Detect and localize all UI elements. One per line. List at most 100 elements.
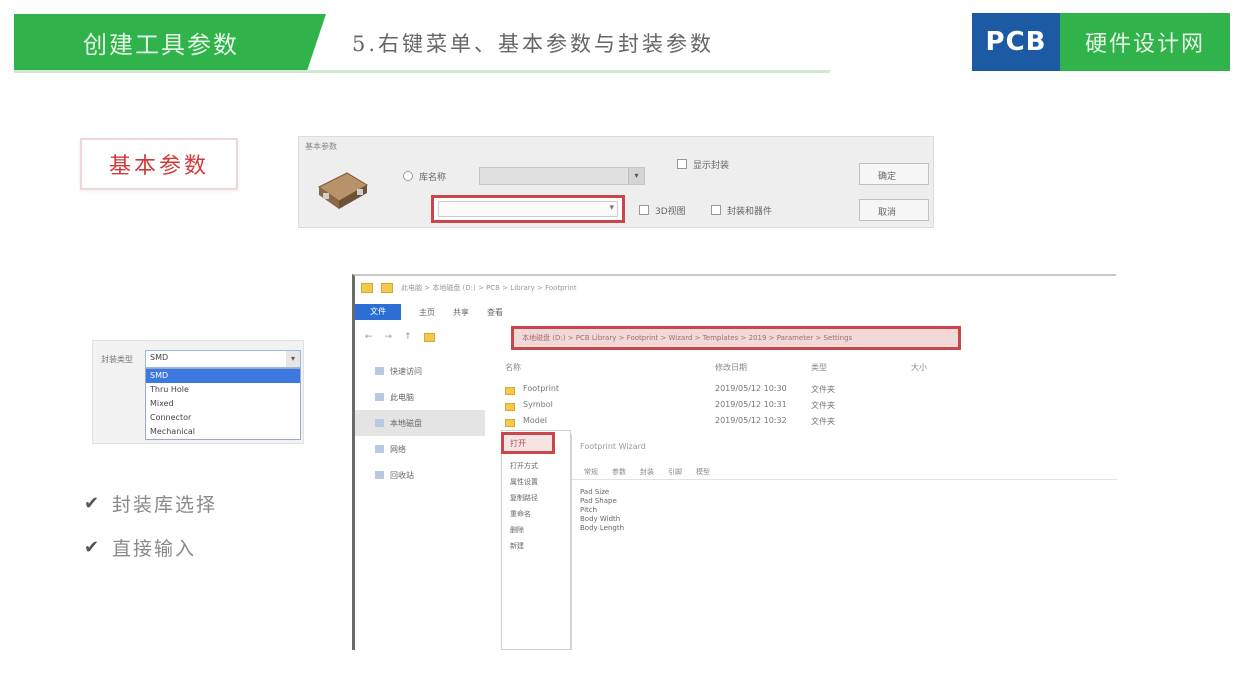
- library-radio-label: 库名称: [419, 173, 447, 183]
- show-footprint-checkbox[interactable]: [677, 159, 687, 169]
- column-header[interactable]: 修改日期: [715, 362, 747, 373]
- column-header[interactable]: 大小: [911, 362, 927, 373]
- cancel-button-label: 取消: [878, 208, 897, 218]
- dropdown-option[interactable]: Mixed: [146, 397, 300, 411]
- page-title: 5.右键菜单、基本参数与封装参数: [352, 32, 715, 56]
- file-row[interactable]: Model 2019/05/12 10:32 文件夹: [505, 416, 976, 430]
- up-icon[interactable]: ↑: [404, 332, 412, 342]
- 3d-view-label: 3D视图: [655, 207, 686, 217]
- context-menu-item[interactable]: 打开方式: [510, 461, 538, 471]
- parameter-item[interactable]: Pitch: [580, 506, 624, 515]
- sidebar-item[interactable]: 网络: [355, 436, 485, 462]
- folder-icon: [361, 283, 373, 293]
- context-highlight-label: 打开: [510, 439, 526, 448]
- sidebar-item[interactable]: 快速访问: [355, 358, 485, 384]
- dropdown-option[interactable]: Connector: [146, 411, 300, 425]
- address-text: 本地磁盘 (D:) > PCB Library > Footprint > Wi…: [522, 334, 853, 342]
- folder-icon: [505, 387, 515, 395]
- footprint-device-label: 封装和器件: [727, 207, 773, 217]
- footprint-select-highlight[interactable]: [431, 195, 625, 223]
- explorer-path: 此电脑 > 本地磁盘 (D:) > PCB > Library > Footpr…: [401, 284, 577, 292]
- bullet-text: 封装库选择: [112, 494, 218, 516]
- sidebar-item[interactable]: 回收站: [355, 462, 485, 488]
- dropdown-option[interactable]: Thru Hole: [146, 383, 300, 397]
- show-footprint-label: 显示封装: [693, 161, 730, 171]
- footprint-type-dropdown-shot: 封装类型 SMD ▾ SMD Thru Hole Mixed Connector…: [92, 340, 304, 444]
- ok-button[interactable]: 确定: [859, 163, 929, 185]
- ribbon-tab[interactable]: 共享: [453, 307, 469, 318]
- back-icon[interactable]: ←: [365, 332, 373, 342]
- file-date: 2019/05/12 10:30: [715, 384, 787, 393]
- address-bar-highlight[interactable]: 本地磁盘 (D:) > PCB Library > Footprint > Wi…: [511, 326, 961, 350]
- file-name: Symbol: [523, 400, 553, 409]
- ribbon-tab[interactable]: 查看: [487, 307, 503, 318]
- context-menu-highlight[interactable]: 打开: [501, 432, 555, 454]
- dropdown-list: SMD Thru Hole Mixed Connector Mechanical: [145, 368, 301, 440]
- wizard-parameter-list: Pad Size Pad Shape Pitch Body Width Body…: [580, 488, 624, 533]
- ribbon-tab[interactable]: 主页: [419, 307, 435, 318]
- context-menu-item[interactable]: 新建: [510, 541, 524, 551]
- header-tag-label: 创建工具参数: [83, 30, 239, 59]
- drive-icon: [375, 419, 384, 427]
- bullet-text: 直接输入: [112, 538, 197, 560]
- wizard-tab[interactable]: 引脚: [668, 467, 682, 477]
- sidebar-item-label: 本地磁盘: [390, 418, 422, 428]
- file-row[interactable]: Symbol 2019/05/12 10:31 文件夹: [505, 400, 976, 414]
- parameter-item[interactable]: Pad Shape: [580, 497, 624, 506]
- wizard-tab[interactable]: 常规: [584, 467, 598, 477]
- library-radio[interactable]: [403, 171, 413, 181]
- context-menu-item[interactable]: 重命名: [510, 509, 531, 519]
- folder-icon: [423, 332, 435, 342]
- section-label: 基本参数: [80, 138, 238, 190]
- wizard-tabs: 常规 参数 封装 引脚 模型: [572, 464, 1117, 480]
- library-combo[interactable]: ▾: [479, 167, 645, 185]
- context-menu-item[interactable]: 属性设置: [510, 477, 538, 487]
- file-name: Footprint: [523, 384, 560, 393]
- dropdown-selected: SMD: [150, 353, 169, 362]
- star-icon: [375, 367, 384, 375]
- folder-icon: [381, 283, 393, 293]
- file-type: 文件夹: [811, 417, 835, 426]
- column-header[interactable]: 名称: [505, 362, 521, 373]
- folder-icon: [505, 419, 515, 427]
- context-menu-item[interactable]: 删除: [510, 525, 524, 535]
- dropdown-option[interactable]: Mechanical: [146, 425, 300, 439]
- parameter-item[interactable]: Pad Size: [580, 488, 624, 497]
- folder-icon: [505, 403, 515, 411]
- file-tab[interactable]: 文件: [355, 304, 401, 320]
- column-header[interactable]: 类型: [811, 362, 827, 373]
- footprint-device-checkbox[interactable]: [711, 205, 721, 215]
- sidebar-item-label: 网络: [390, 444, 406, 454]
- forward-icon[interactable]: →: [385, 332, 393, 342]
- check-icon: ✔: [84, 537, 100, 558]
- sidebar-item[interactable]: 本地磁盘: [355, 410, 485, 436]
- 3d-view-checkbox[interactable]: [639, 205, 649, 215]
- file-type: 文件夹: [811, 401, 835, 410]
- footprint-wizard-panel: Footprint Wizard 常规 参数 封装 引脚 模型 Pad Size…: [571, 434, 1117, 650]
- ok-button-label: 确定: [878, 172, 897, 182]
- section-label-text: 基本参数: [108, 154, 209, 179]
- sidebar-item[interactable]: 此电脑: [355, 384, 485, 410]
- logo-mark-text: PCB: [985, 27, 1047, 57]
- panel-caption: 基本参数: [305, 142, 337, 151]
- wizard-tab[interactable]: 参数: [612, 467, 626, 477]
- file-type: 文件夹: [811, 385, 835, 394]
- context-menu-item[interactable]: 复制路径: [510, 493, 538, 503]
- parameter-item[interactable]: Body Width: [580, 515, 624, 524]
- file-date: 2019/05/12 10:32: [715, 416, 787, 425]
- header-rule: [14, 70, 830, 73]
- logo-mark: PCB: [972, 13, 1060, 71]
- wizard-tab[interactable]: 模型: [696, 467, 710, 477]
- footprint-type-select[interactable]: SMD ▾: [145, 350, 301, 368]
- wizard-tab[interactable]: 封装: [640, 467, 654, 477]
- parameter-item[interactable]: Body Length: [580, 524, 624, 533]
- network-icon: [375, 445, 384, 453]
- dropdown-option[interactable]: SMD: [146, 369, 300, 383]
- file-row[interactable]: Footprint 2019/05/12 10:30 文件夹: [505, 384, 976, 398]
- sidebar-item-label: 快速访问: [390, 366, 422, 376]
- cancel-button[interactable]: 取消: [859, 199, 929, 221]
- chevron-down-icon: ▾: [286, 351, 300, 367]
- footprint-select[interactable]: [438, 201, 618, 217]
- trash-icon: [375, 471, 384, 479]
- chevron-down-icon: ▾: [628, 168, 644, 184]
